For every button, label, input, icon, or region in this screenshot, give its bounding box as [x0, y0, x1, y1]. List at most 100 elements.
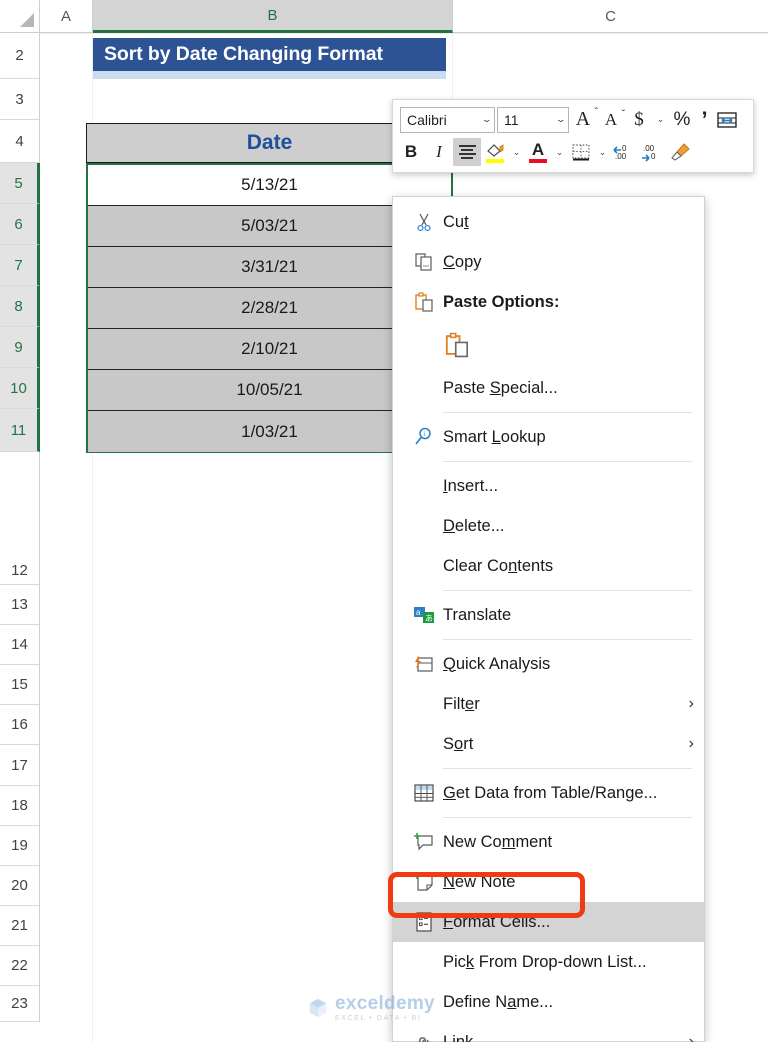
row-header-label: 11 — [10, 421, 27, 439]
row-header-13[interactable]: 13 — [0, 585, 40, 625]
menu-item-label: Filter — [443, 694, 480, 713]
row-header-15[interactable]: 15 — [0, 665, 40, 705]
format-cells-icon — [405, 907, 443, 937]
menu-item-define-name[interactable]: Define Name... — [393, 982, 704, 1022]
column-header-c[interactable]: C — [453, 0, 768, 33]
row-header-21[interactable]: 21 — [0, 906, 40, 946]
shrink-font-icon[interactable]: Aˇ — [597, 106, 625, 134]
row-header-label: 20 — [11, 877, 28, 894]
date-cell-value: 2/10/21 — [241, 339, 298, 358]
chevron-right-icon[interactable]: › — [689, 735, 704, 753]
font-name-combo[interactable]: Calibri ⌄ — [400, 106, 495, 133]
row-header-7[interactable]: 7 — [0, 245, 40, 286]
font-name-value: Calibri — [407, 111, 447, 128]
menu-separator — [443, 590, 692, 591]
fill-color-swatch — [486, 159, 504, 163]
row-header-6[interactable]: 6 — [0, 204, 40, 245]
increase-decimal-icon[interactable]: .00 0 — [638, 138, 666, 166]
row-header-label: 2 — [15, 47, 24, 64]
bold-button[interactable]: B — [397, 138, 425, 166]
column-header-row: A B C — [0, 0, 768, 33]
row-header-label: 21 — [11, 917, 28, 934]
chevron-right-icon[interactable]: › — [689, 695, 704, 713]
menu-item-label: Define Name... — [443, 992, 554, 1011]
no-icon-spacer — [405, 689, 443, 719]
row-header-20[interactable]: 20 — [0, 866, 40, 906]
chevron-down-icon[interactable]: ⌄ — [482, 115, 493, 124]
menu-separator — [443, 412, 692, 413]
row-header-2[interactable]: 2 — [0, 33, 40, 79]
font-color-dropdown-icon[interactable]: ⌄ — [552, 138, 567, 166]
menu-item-translate[interactable]: a あ Translate — [393, 595, 704, 635]
menu-item-sort[interactable]: Sort › — [393, 724, 704, 764]
row-header-3[interactable]: 3 — [0, 79, 40, 120]
accounting-dropdown-icon[interactable]: ⌄ — [653, 106, 668, 134]
translate-icon: aあ — [405, 600, 443, 630]
row-header-8[interactable]: 8 — [0, 286, 40, 327]
column-header-b[interactable]: B — [93, 0, 453, 33]
svg-text:i: i — [423, 430, 425, 438]
format-painter-icon[interactable] — [666, 138, 694, 166]
menu-item-format-cells[interactable]: Format Cells... — [393, 902, 704, 942]
font-size-combo[interactable]: 11 ⌄ — [497, 106, 569, 133]
grow-font-icon[interactable]: Aˆ — [569, 106, 598, 134]
row-header-14[interactable]: 14 — [0, 625, 40, 665]
row-header-23[interactable]: 23 — [0, 986, 40, 1022]
menu-item-clear-contents[interactable]: Clear Contents — [393, 546, 704, 586]
row-header-19[interactable]: 19 — [0, 826, 40, 866]
chevron-right-icon[interactable]: › — [689, 1033, 704, 1042]
decrease-decimal-icon[interactable]: 0 .00 — [610, 138, 638, 166]
menu-item-delete[interactable]: Delete... — [393, 506, 704, 546]
wrap-text-icon[interactable] — [713, 106, 741, 134]
cell-context-menu[interactable]: Cut Copy Paste Options: Paste Special... i Sm… — [392, 196, 705, 1042]
percent-style-icon[interactable]: % — [668, 106, 696, 134]
date-cell-value: 1/03/21 — [241, 421, 298, 441]
watermark-brand: exceldemy — [335, 993, 435, 1014]
column-header-a[interactable]: A — [40, 0, 93, 33]
svg-text:0: 0 — [651, 152, 656, 161]
menu-item-paste-special[interactable]: Paste Special... — [393, 368, 704, 408]
row-header-22[interactable]: 22 — [0, 946, 40, 986]
menu-item-copy[interactable]: Copy — [393, 242, 704, 282]
row-header-5[interactable]: 5 — [0, 163, 40, 204]
menu-separator — [443, 639, 692, 640]
italic-button[interactable]: I — [425, 138, 453, 166]
mini-format-toolbar[interactable]: Calibri ⌄ 11 ⌄ Aˆ Aˇ $ ⌄ % ’ B I ⌄ A ⌄ ⌄… — [392, 99, 754, 173]
menu-item-paste-options[interactable]: Paste Options: — [393, 282, 704, 322]
row-header-12[interactable]: 12 — [0, 452, 40, 585]
row-header-17[interactable]: 17 — [0, 745, 40, 786]
accounting-format-icon[interactable]: $ — [625, 106, 653, 134]
row-header-9[interactable]: 9 — [0, 327, 40, 368]
chevron-down-icon[interactable]: ⌄ — [556, 115, 567, 124]
menu-item-label: Paste Options: — [443, 292, 560, 311]
fill-color-button[interactable] — [481, 138, 509, 166]
font-color-button[interactable]: A — [524, 138, 552, 166]
row-header-16[interactable]: 16 — [0, 705, 40, 745]
borders-dropdown-icon[interactable]: ⌄ — [595, 138, 610, 166]
menu-item-get-data[interactable]: Get Data from Table/Range... — [393, 773, 704, 813]
row-header-11[interactable]: 11 — [0, 409, 40, 452]
row-header-10[interactable]: 10 — [0, 368, 40, 409]
menu-item-new-note[interactable]: New Note — [393, 862, 704, 902]
fill-color-dropdown-icon[interactable]: ⌄ — [509, 138, 524, 166]
select-all-corner[interactable] — [0, 0, 40, 33]
menu-item-pick-from-list[interactable]: Pick From Drop-down List... — [393, 942, 704, 982]
center-align-button[interactable] — [453, 138, 481, 166]
row-header-18[interactable]: 18 — [0, 786, 40, 826]
borders-icon[interactable] — [567, 138, 595, 166]
row-header-4[interactable]: 4 — [0, 120, 40, 163]
date-cell-value: 5/13/21 — [241, 175, 298, 194]
svg-text:a: a — [416, 608, 421, 617]
comment-plus-icon — [405, 827, 443, 857]
menu-item-new-comment[interactable]: New Comment — [393, 822, 704, 862]
menu-item-filter[interactable]: Filter › — [393, 684, 704, 724]
paste-keep-source-formatting-button[interactable] — [393, 322, 704, 368]
comma-style-icon[interactable]: ’ — [696, 106, 713, 134]
menu-item-cut[interactable]: Cut — [393, 202, 704, 242]
menu-item-quick-analysis[interactable]: Quick Analysis — [393, 644, 704, 684]
row-header-label: 3 — [15, 90, 24, 108]
menu-item-insert[interactable]: Insert... — [393, 466, 704, 506]
row-header-label: 18 — [11, 797, 28, 814]
menu-item-smart-lookup[interactable]: i Smart Lookup — [393, 417, 704, 457]
menu-item-link[interactable]: Link › — [393, 1022, 704, 1042]
